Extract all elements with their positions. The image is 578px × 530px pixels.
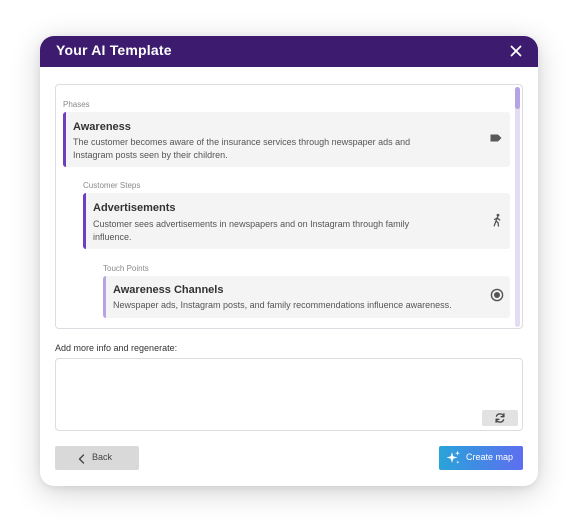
- close-icon[interactable]: [508, 43, 524, 59]
- touch-points-label: Touch Points: [103, 264, 149, 273]
- create-map-label: Create map: [466, 452, 514, 462]
- scrollbar-thumb[interactable]: [515, 87, 520, 109]
- touch-point-description: Newspaper ads, Instagram posts, and fami…: [113, 300, 452, 310]
- back-button-label: Back: [92, 452, 113, 462]
- sparkle-icon: [445, 450, 461, 471]
- phase-card[interactable]: Awareness The customer becomes aware of …: [63, 112, 510, 167]
- modal-header: Your AI Template: [40, 36, 538, 67]
- touch-point-card[interactable]: Awareness Channels Newspaper ads, Instag…: [103, 276, 510, 318]
- walking-person-icon: [490, 213, 504, 227]
- phase-title: Awareness: [73, 121, 131, 133]
- touch-point-title: Awareness Channels: [113, 284, 224, 296]
- step-description-line1: Customer sees advertisements in newspape…: [93, 219, 410, 229]
- regenerate-button[interactable]: [482, 410, 518, 426]
- phases-label: Phases: [63, 100, 90, 109]
- tag-icon: [489, 131, 503, 145]
- phase-description-line1: The customer becomes aware of the insura…: [73, 137, 411, 147]
- customer-step-card[interactable]: Advertisements Customer sees advertiseme…: [83, 193, 510, 249]
- step-description-line2: influence.: [93, 232, 132, 242]
- radio-target-icon: [490, 288, 504, 302]
- create-map-button[interactable]: Create map: [439, 446, 523, 470]
- chevron-left-icon: [77, 452, 87, 470]
- ai-template-modal: Your AI Template Phases Awareness The cu…: [40, 36, 538, 486]
- customer-steps-label: Customer Steps: [83, 181, 141, 190]
- refresh-icon: [495, 413, 505, 423]
- regenerate-label: Add more info and regenerate:: [55, 343, 178, 353]
- phase-description-line2: Instagram posts seen by their children.: [73, 150, 228, 160]
- modal-title: Your AI Template: [56, 42, 172, 58]
- scrollbar-track[interactable]: [515, 87, 520, 327]
- step-title: Advertisements: [93, 202, 176, 214]
- regenerate-info-textarea[interactable]: [55, 358, 523, 431]
- template-preview-panel[interactable]: Phases Awareness The customer becomes aw…: [55, 84, 523, 329]
- back-button[interactable]: Back: [55, 446, 139, 470]
